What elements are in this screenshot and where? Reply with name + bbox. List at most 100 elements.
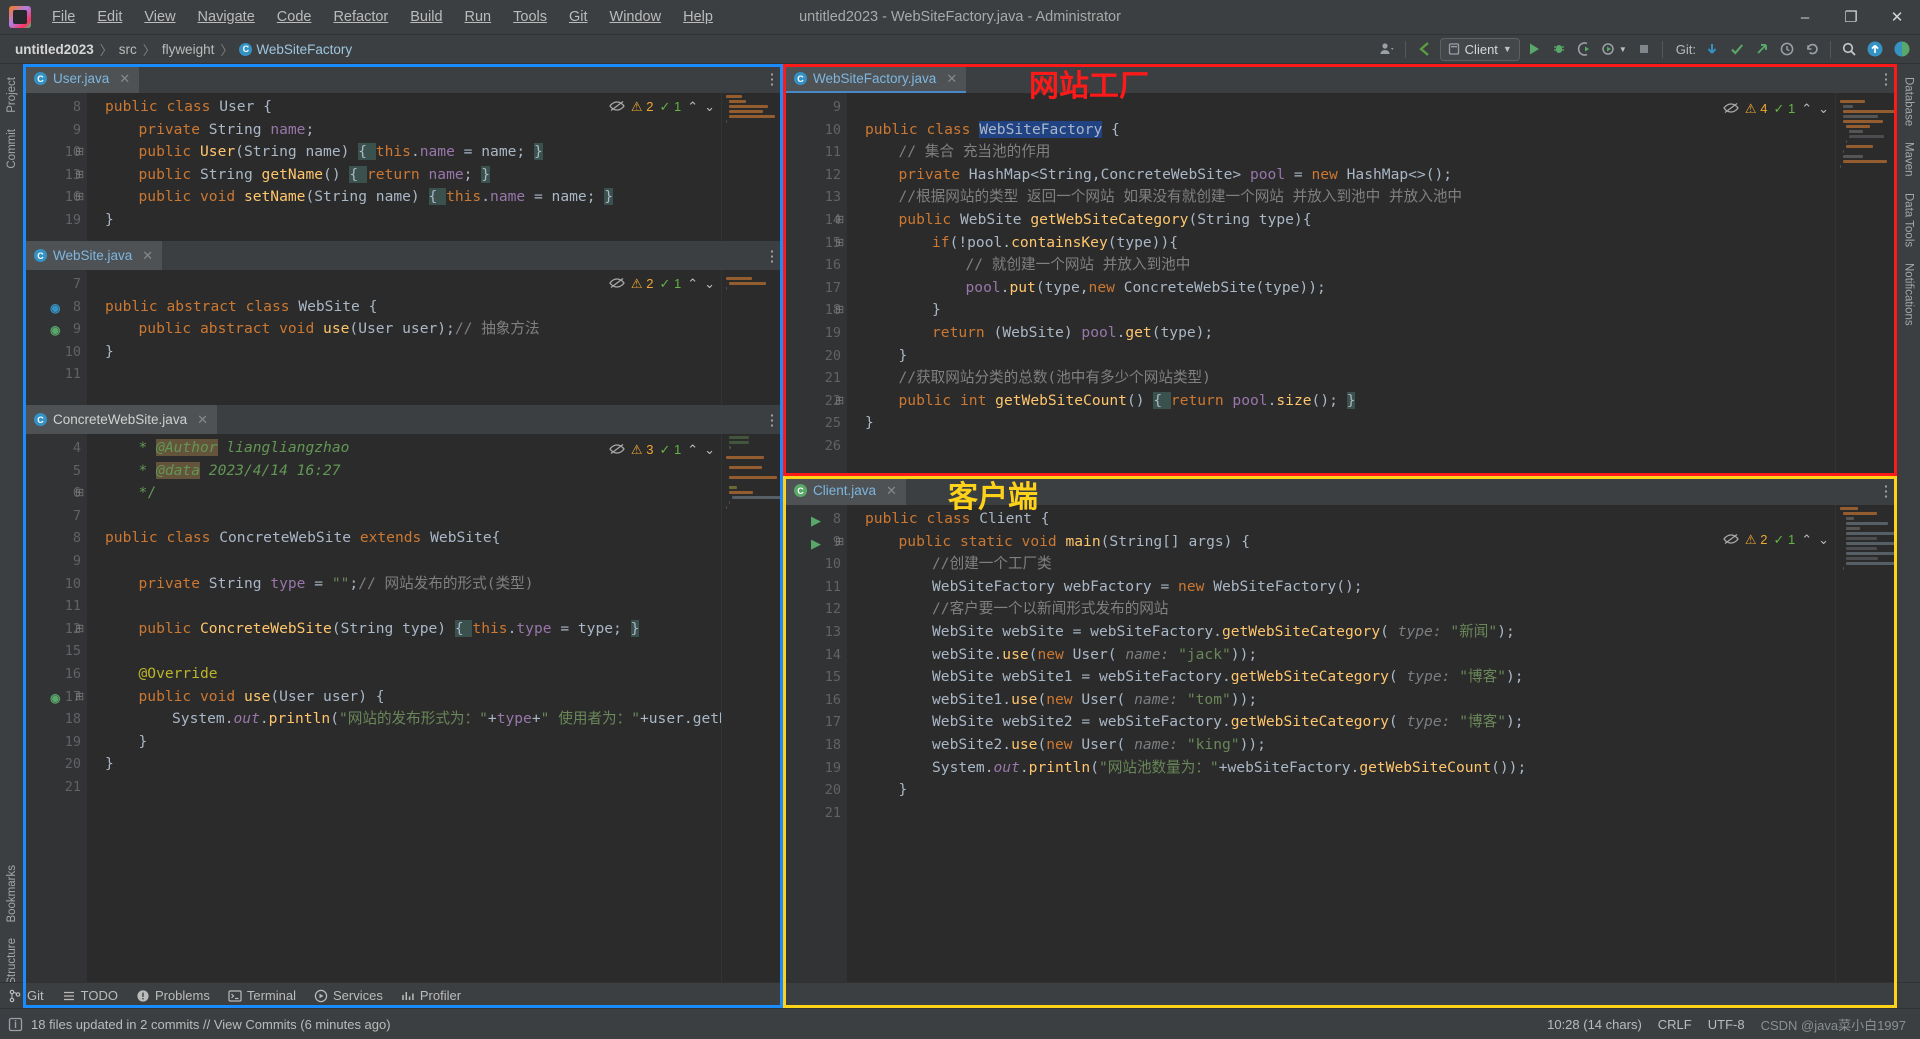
ide-globe-icon[interactable] <box>1890 38 1914 60</box>
stop-icon[interactable] <box>1633 38 1655 60</box>
code-line[interactable]: webSite.use(new User( name: "jack")); <box>932 646 1257 663</box>
code-line[interactable]: //根据网站的类型 返回一个网站 如果没有就创建一个网站 并放入到池中 并放入池… <box>899 189 1463 205</box>
menu-item-navigate[interactable]: Navigate <box>187 6 266 28</box>
code-line[interactable]: public class User { <box>105 99 272 115</box>
fold-toggle-icon[interactable]: ⊞ <box>835 237 844 249</box>
status-message[interactable]: 18 files updated in 2 commits // View Co… <box>31 1017 391 1032</box>
sidebar-item-project[interactable]: Project <box>3 70 21 120</box>
code-line[interactable]: pool.put(type,new ConcreteWebSite(type))… <box>966 279 1326 296</box>
gutter-website[interactable]: 7 8 ◉ 9 ◉ 10 11 <box>23 270 87 405</box>
code-line[interactable]: // 集合 充当池的作用 <box>899 144 1051 160</box>
code-line[interactable]: //客户要一个以新闻形式发布的网站 <box>932 601 1168 617</box>
code-line[interactable]: } <box>865 415 874 431</box>
reader-mode-icon[interactable] <box>1723 533 1739 548</box>
warning-count[interactable]: ⚠ 3 <box>631 442 654 458</box>
code-line[interactable]: WebSite webSite = webSiteFactory.getWebS… <box>932 624 1515 640</box>
editor-options-icon[interactable]: ⋮ <box>761 64 783 93</box>
prev-problem-icon[interactable]: ⌃ <box>687 442 698 458</box>
tab-website-java[interactable]: C WebSite.java ✕ <box>23 241 163 270</box>
close-icon[interactable]: ✕ <box>142 248 153 264</box>
close-icon[interactable]: ✕ <box>886 483 897 499</box>
ok-count[interactable]: ✓ 1 <box>659 276 681 292</box>
code-line[interactable]: public abstract class WebSite { <box>105 298 377 315</box>
code-line[interactable]: System.out.println("网站的发布形式为："+type+" 使用… <box>172 711 721 727</box>
reader-mode-icon[interactable] <box>1723 102 1739 117</box>
maximize-button[interactable]: ❐ <box>1828 0 1874 35</box>
sidebar-item-database[interactable]: Database <box>1900 70 1918 133</box>
code-line[interactable]: public abstract void use(User user);// 抽… <box>139 321 540 337</box>
reader-mode-icon[interactable] <box>609 100 625 115</box>
editor-options-icon[interactable]: ⋮ <box>1875 476 1897 505</box>
prev-problem-icon[interactable]: ⌃ <box>687 276 698 292</box>
ok-count[interactable]: ✓ 1 <box>1773 532 1795 548</box>
code-line[interactable]: public class WebSiteFactory { <box>865 120 1120 138</box>
prev-problem-icon[interactable]: ⌃ <box>1801 101 1812 117</box>
code-line[interactable]: public User(String name) { this.name = n… <box>139 143 543 161</box>
close-icon[interactable]: ✕ <box>197 412 208 428</box>
main-menu[interactable]: File Edit View Navigate Code Refactor Bu… <box>41 6 724 28</box>
code-line[interactable]: } <box>899 347 908 364</box>
inspection-widget-user[interactable]: ⚠ 2 ✓ 1 ⌃ ⌄ <box>609 99 715 115</box>
gutter-concrete[interactable]: 4 5 6 ⊞ 7 8 9 10 11 12 ⊞ 15 16 17 ◉ ⊞ 18 19 20 21 <box>23 434 87 1008</box>
next-problem-icon[interactable]: ⌄ <box>704 99 715 115</box>
breadcrumb-websitefactory[interactable]: C WebSiteFactory <box>236 41 355 58</box>
warning-count[interactable]: ⚠ 2 <box>631 99 654 115</box>
warning-count[interactable]: ⚠ 2 <box>631 276 654 292</box>
code-line[interactable]: public WebSite getWebSiteCategory(String… <box>899 212 1312 228</box>
debug-icon[interactable] <box>1548 38 1570 60</box>
menu-item-run[interactable]: Run <box>454 6 503 28</box>
next-problem-icon[interactable]: ⌄ <box>704 276 715 292</box>
code-line[interactable]: } <box>139 733 148 750</box>
gutter-factory[interactable]: 9 10 11 12 13 14 ⊞ 15 ⊞ 16 17 18 ⊞ 19 20 21 22 ⊞ 25 26 <box>783 93 847 476</box>
gutter-client[interactable]: 8 ▶ 9 ▶ ⊞ 10 11 12 13 14 15 16 17 18 19 20 21 <box>783 505 847 1008</box>
code-area-website[interactable]: ⚠ 2 ✓ 1 ⌃ ⌄ public abstract class WebSit… <box>87 270 721 405</box>
tab-client-java[interactable]: C Client.java ✕ <box>783 476 906 505</box>
run-gutter-icon[interactable]: ▶ <box>811 513 821 529</box>
menu-item-window[interactable]: Window <box>599 6 673 28</box>
ok-count[interactable]: ✓ 1 <box>659 99 681 115</box>
breadcrumb-src[interactable]: src <box>116 41 140 58</box>
fold-toggle-icon[interactable]: ⊞ <box>835 305 844 316</box>
reader-mode-icon[interactable] <box>609 277 625 292</box>
menu-item-help[interactable]: Help <box>672 6 724 28</box>
code-line[interactable]: * @data 2023/4/14 16:27 <box>139 461 341 479</box>
git-push-icon[interactable] <box>1751 38 1773 60</box>
minimap-concrete[interactable] <box>721 434 783 1008</box>
rollback-icon[interactable] <box>1801 38 1823 60</box>
history-icon[interactable] <box>1776 38 1798 60</box>
tab-websitefactory-java[interactable]: C WebSiteFactory.java ✕ <box>783 64 967 93</box>
code-line[interactable]: */ <box>139 485 157 501</box>
editor-options-icon[interactable]: ⋮ <box>761 241 783 270</box>
code-line[interactable]: webSite1.use(new User( name: "tom")); <box>932 691 1257 708</box>
tool-button-todo[interactable]: TODO <box>62 988 118 1003</box>
code-line[interactable]: } <box>899 782 908 798</box>
menu-item-git[interactable]: Git <box>558 6 599 28</box>
code-line[interactable]: } <box>932 302 941 318</box>
override-gutter-icon[interactable]: ◉ <box>50 301 60 315</box>
override-gutter-icon[interactable]: ◉ <box>50 691 60 705</box>
menu-item-build[interactable]: Build <box>399 6 453 28</box>
code-line[interactable]: } <box>105 343 114 360</box>
sidebar-item-maven[interactable]: Maven <box>1900 135 1918 184</box>
minimap-factory[interactable] <box>1835 93 1897 476</box>
menu-item-tools[interactable]: Tools <box>502 6 558 28</box>
run-coverage-icon[interactable] <box>1573 38 1595 60</box>
fold-toggle-icon[interactable]: ⊞ <box>75 691 84 703</box>
tool-button-git[interactable]: Git <box>8 988 44 1003</box>
tab-concretewebsite-java[interactable]: C ConcreteWebSite.java ✕ <box>23 405 217 434</box>
back-arrow-icon[interactable] <box>1413 38 1437 60</box>
fold-toggle-icon[interactable]: ⊞ <box>835 536 844 548</box>
code-line[interactable]: // 就创建一个网站 并放入到池中 <box>966 257 1191 273</box>
tab-user-java[interactable]: C User.java ✕ <box>23 64 140 93</box>
menu-item-edit[interactable]: Edit <box>86 6 133 28</box>
code-line[interactable]: public static void main(String[] args) { <box>899 533 1251 550</box>
sidebar-item-notifications[interactable]: Notifications <box>1900 256 1918 333</box>
fold-toggle-icon[interactable]: ⊞ <box>75 192 84 203</box>
code-line[interactable]: public void use(User user) { <box>139 688 385 705</box>
close-icon[interactable]: ✕ <box>946 71 957 87</box>
minimap-client[interactable] <box>1835 505 1897 1008</box>
fold-toggle-icon[interactable]: ⊞ <box>75 488 84 499</box>
override-gutter-icon[interactable]: ◉ <box>50 323 60 337</box>
code-area-user[interactable]: ⚠ 2 ✓ 1 ⌃ ⌄ public class User {private S… <box>87 93 721 241</box>
code-line[interactable]: } <box>105 212 114 228</box>
